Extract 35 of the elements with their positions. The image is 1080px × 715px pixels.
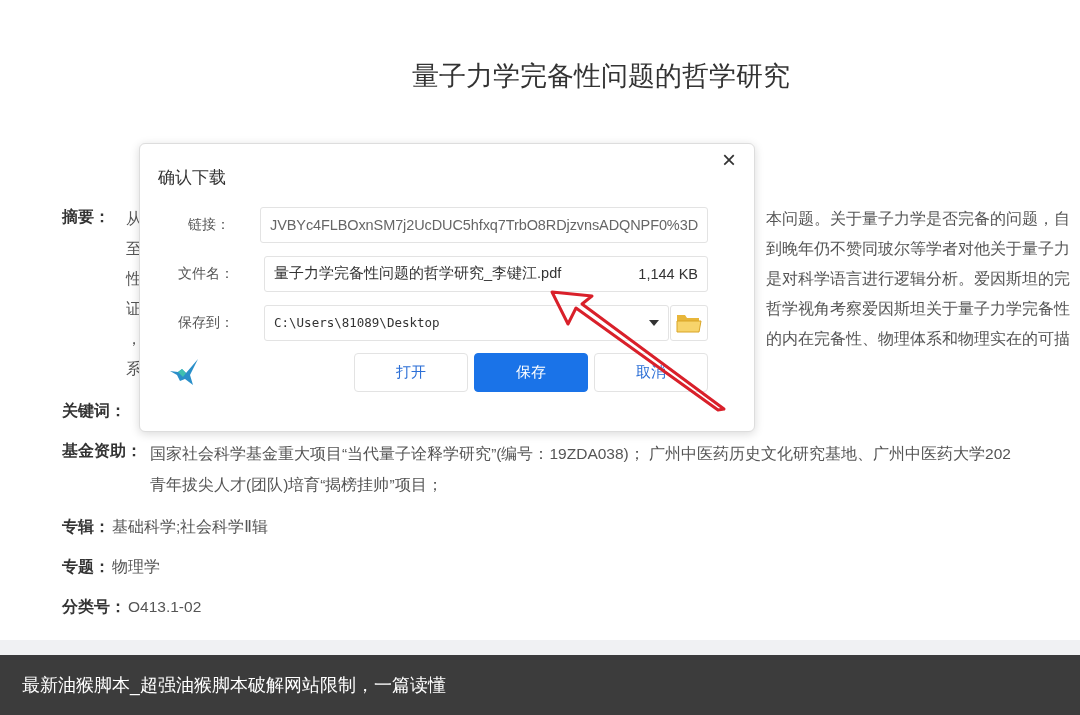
field-value: 基础科学;社会科学Ⅱ辑 <box>112 517 268 537</box>
file-size: 1,144 KB <box>638 265 698 282</box>
abstract-text: 本问题。关于量子力学是否完备的问题，自 <box>766 209 1070 229</box>
field-label: 文件名： <box>177 264 234 283</box>
filename-text: 量子力学完备性问题的哲学研究_李键江.pdf <box>274 264 562 283</box>
abstract-text: 到晚年仍不赞同玻尔等学者对他关于量子力 <box>766 239 1070 259</box>
abstract-text: 哲学视角考察爱因斯坦关于量子力学完备性 <box>766 299 1070 319</box>
save-path-text: C:\Users\81089\Desktop <box>274 315 440 330</box>
field-label: 分类号： <box>62 597 126 617</box>
field-value: O413.1-02 <box>128 597 202 617</box>
link-field[interactable]: JVBYc4FLBOxnSM7j2UcDUC5hfxq7TrbO8RDjzvnsADQNPF0%3D <box>260 206 708 243</box>
abstract-text: 的内在完备性、物理体系和物理实在的可描 <box>766 329 1070 349</box>
field-label: 保存到： <box>177 313 234 332</box>
field-label: 专题： <box>62 557 110 577</box>
caret-icon <box>649 319 659 326</box>
field-label: 基金资助： <box>62 441 142 461</box>
caption-text: 最新油猴脚本_超强油猴脚本破解网站限制，一篇读懂 <box>22 674 446 697</box>
field-label: 专辑： <box>62 517 110 537</box>
dialog-button[interactable]: 打开 <box>354 353 468 392</box>
abstract-text: 从 <box>126 209 142 229</box>
dialog-button[interactable]: 保存 <box>474 353 588 392</box>
filename-field[interactable]: 量子力学完备性问题的哲学研究_李键江.pdf 1,144 KB <box>264 255 708 292</box>
field-label: 摘要： <box>62 207 110 227</box>
browse-button[interactable] <box>670 304 708 341</box>
dialog-title: 确认下载 <box>158 166 226 189</box>
abstract-text: 是对科学语言进行逻辑分析。爱因斯坦的完 <box>766 269 1070 289</box>
field-value: 青年拔尖人才(团队)培育“揭榜挂帅”项目； <box>150 475 444 495</box>
field-label: 链接： <box>187 215 230 234</box>
save-path-dropdown[interactable]: C:\Users\81089\Desktop <box>264 304 669 341</box>
field-value: 国家社会科学基金重大项目“当代量子诠释学研究”(编号：19ZDA038)； 广州中医药历史文化研究基地、广州中医药大学202 <box>150 444 1011 464</box>
abstract-text: ， <box>126 329 142 349</box>
field-label: 关键词： <box>62 401 126 421</box>
close-button[interactable]: × <box>720 148 738 172</box>
field-value: 物理学 <box>112 557 160 577</box>
page-title: 量子力学完备性问题的哲学研究 <box>411 60 791 93</box>
